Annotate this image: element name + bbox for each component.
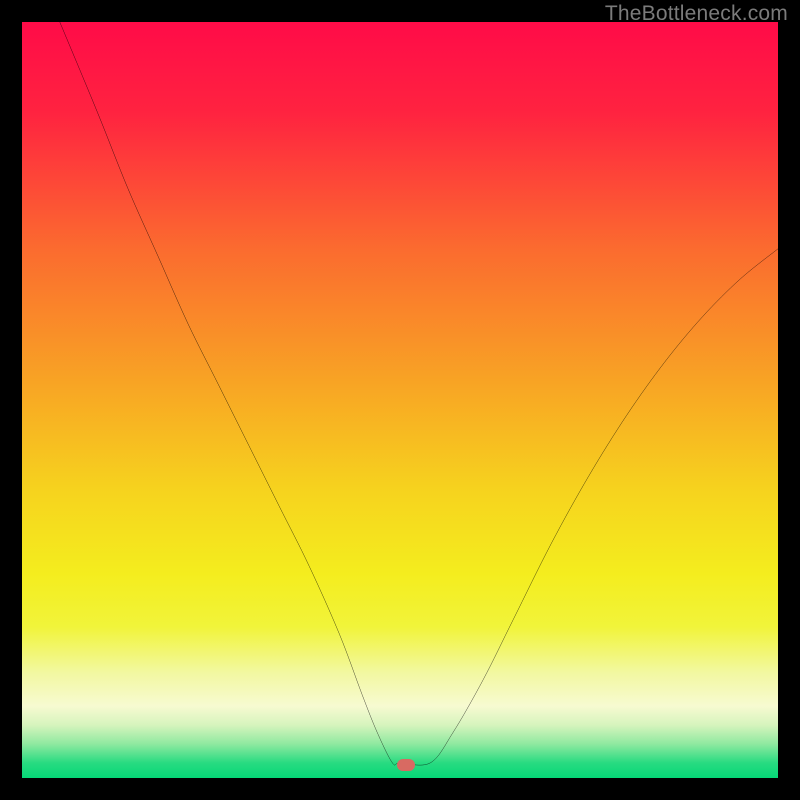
chart-frame: TheBottleneck.com <box>0 0 800 800</box>
bottleneck-curve <box>22 22 778 778</box>
watermark-text: TheBottleneck.com <box>605 2 788 26</box>
optimal-marker <box>397 759 415 771</box>
plot-area <box>22 22 778 778</box>
